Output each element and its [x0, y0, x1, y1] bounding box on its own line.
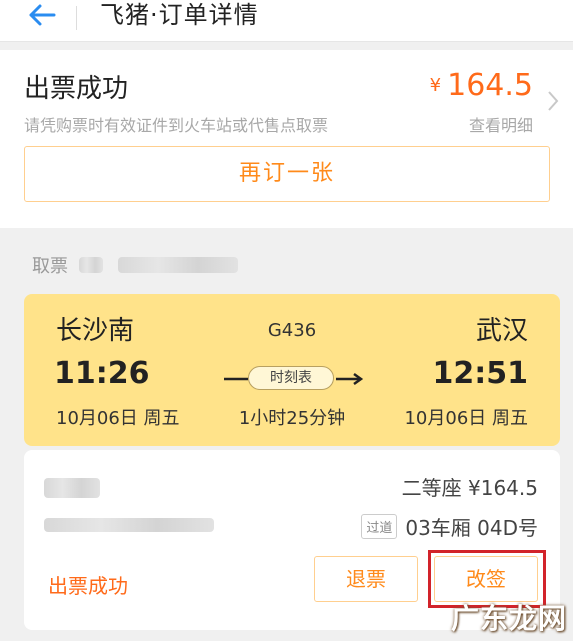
divider	[76, 6, 77, 30]
order-detail-page: 飞猪·订单详情 出票成功 请凭购票时有效证件到火车站或代售点取票 ¥164.5 …	[0, 0, 573, 641]
ticket-status: 出票成功	[48, 574, 128, 598]
rebook-button[interactable]: 再订一张	[24, 146, 550, 202]
status-title: 出票成功	[24, 74, 129, 104]
price-value: 164.5	[447, 68, 533, 103]
status-description: 请凭购票时有效证件到火车站或代售点取票	[24, 116, 329, 135]
ticket-area: 取票 长沙南 G436 武汉 11:26 时刻表 12:51 10月06日 周五…	[0, 228, 573, 641]
chevron-right-icon[interactable]	[545, 86, 561, 116]
change-ticket-button[interactable]: 改签	[434, 556, 538, 602]
refund-button[interactable]: 退票	[314, 556, 418, 602]
seat-class-price: 二等座 ¥164.5	[401, 476, 538, 500]
car-seat-number: 03车厢 04D号	[405, 516, 538, 540]
top-bar: 飞猪·订单详情	[0, 0, 573, 42]
redacted-pickup-number	[79, 257, 104, 273]
pickup-info: 取票	[32, 252, 239, 277]
total-price[interactable]: ¥164.5	[430, 68, 533, 103]
page-title: 飞猪·订单详情	[100, 1, 259, 29]
arrow-left-icon[interactable]	[22, 0, 62, 30]
currency-symbol: ¥	[429, 75, 442, 96]
watermark: 广东龙网	[450, 602, 567, 635]
pickup-label: 取票	[32, 256, 68, 277]
aisle-badge: 过道	[361, 514, 398, 539]
arrival-date: 10月06日 周五	[404, 408, 528, 429]
order-status-card: 出票成功 请凭购票时有效证件到火车站或代售点取票 ¥164.5 查看明细 再订一…	[0, 50, 573, 228]
redacted-pickup-code	[118, 257, 239, 273]
redacted-passenger-name	[44, 478, 100, 498]
departure-time: 11:26	[54, 356, 150, 391]
timetable-button[interactable]: 时刻表	[248, 366, 334, 390]
arrival-time: 12:51	[432, 356, 529, 391]
train-info-card: 长沙南 G436 武汉 11:26 时刻表 12:51 10月06日 周五 1小…	[24, 294, 560, 446]
arrival-station: 武汉	[475, 316, 528, 346]
view-details-link[interactable]: 查看明细	[469, 112, 533, 136]
redacted-id-number	[44, 518, 214, 532]
seat-location: 过道 03车厢 04D号	[361, 512, 538, 540]
